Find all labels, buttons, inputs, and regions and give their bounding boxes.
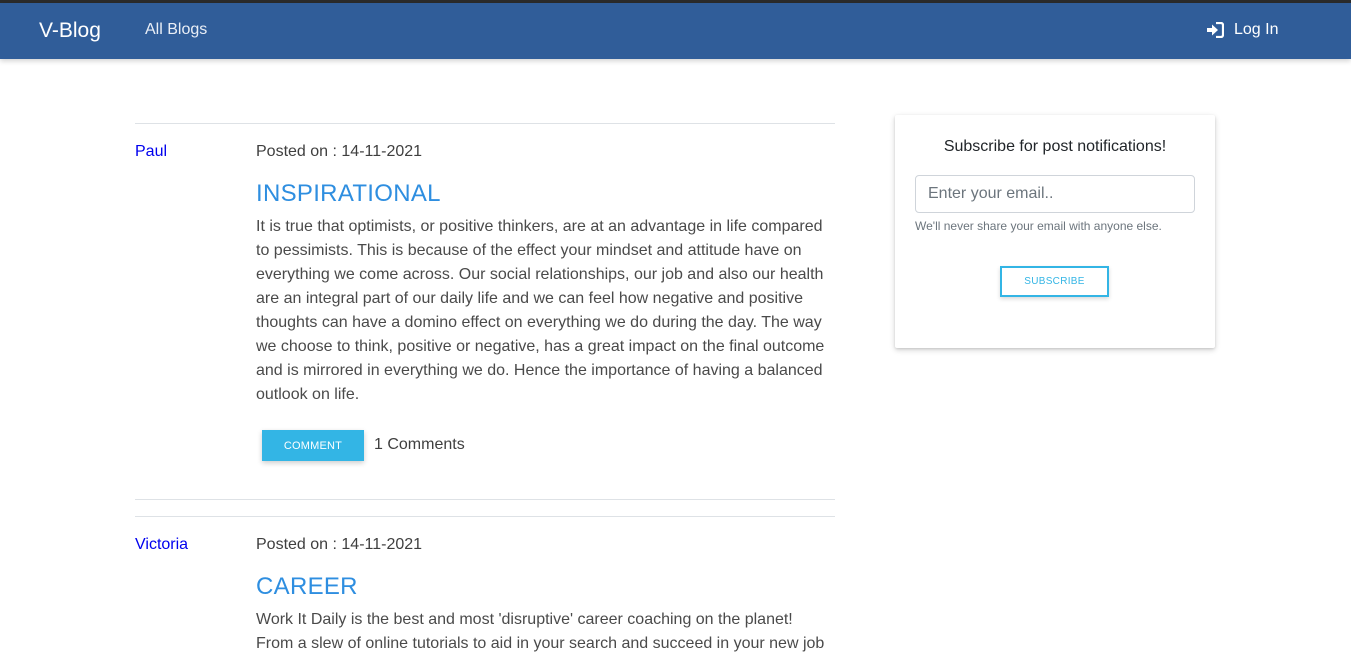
post-date: Posted on : 14-11-2021 (256, 536, 423, 553)
blog-post: Victoria Posted on : 14-11-2021 CAREER W… (135, 516, 835, 659)
post-divider (135, 499, 835, 500)
post-author-link[interactable]: Victoria (135, 536, 188, 554)
comments-count: 1 Comments (374, 436, 465, 453)
login-button[interactable]: Log In (1206, 21, 1278, 39)
comment-button[interactable]: COMMENT (262, 430, 364, 461)
navbar: V-Blog All Blogs Log In (0, 3, 1351, 59)
subscribe-card: Subscribe for post notifications! We'll … (895, 115, 1215, 348)
post-title[interactable]: INSPIRATIONAL (256, 180, 441, 208)
post-body: Work It Daily is the best and most 'disr… (256, 611, 825, 652)
email-input[interactable] (915, 175, 1195, 213)
post-author-link[interactable]: Paul (135, 143, 167, 161)
sign-in-icon (1206, 22, 1224, 38)
email-help-text: We'll never share your email with anyone… (915, 219, 1162, 233)
blog-post: Paul Posted on : 14-11-2021 INSPIRATIONA… (135, 123, 835, 499)
subscribe-title: Subscribe for post notifications! (943, 138, 1167, 155)
login-label: Log In (1234, 21, 1279, 38)
post-body: It is true that optimists, or positive t… (256, 218, 825, 403)
nav-link-all-blogs[interactable]: All Blogs (145, 21, 207, 39)
post-title[interactable]: CAREER (256, 573, 358, 601)
post-date: Posted on : 14-11-2021 (256, 143, 423, 160)
brand-logo[interactable]: V-Blog (39, 19, 101, 43)
subscribe-button[interactable]: SUBSCRIBE (1000, 266, 1109, 297)
